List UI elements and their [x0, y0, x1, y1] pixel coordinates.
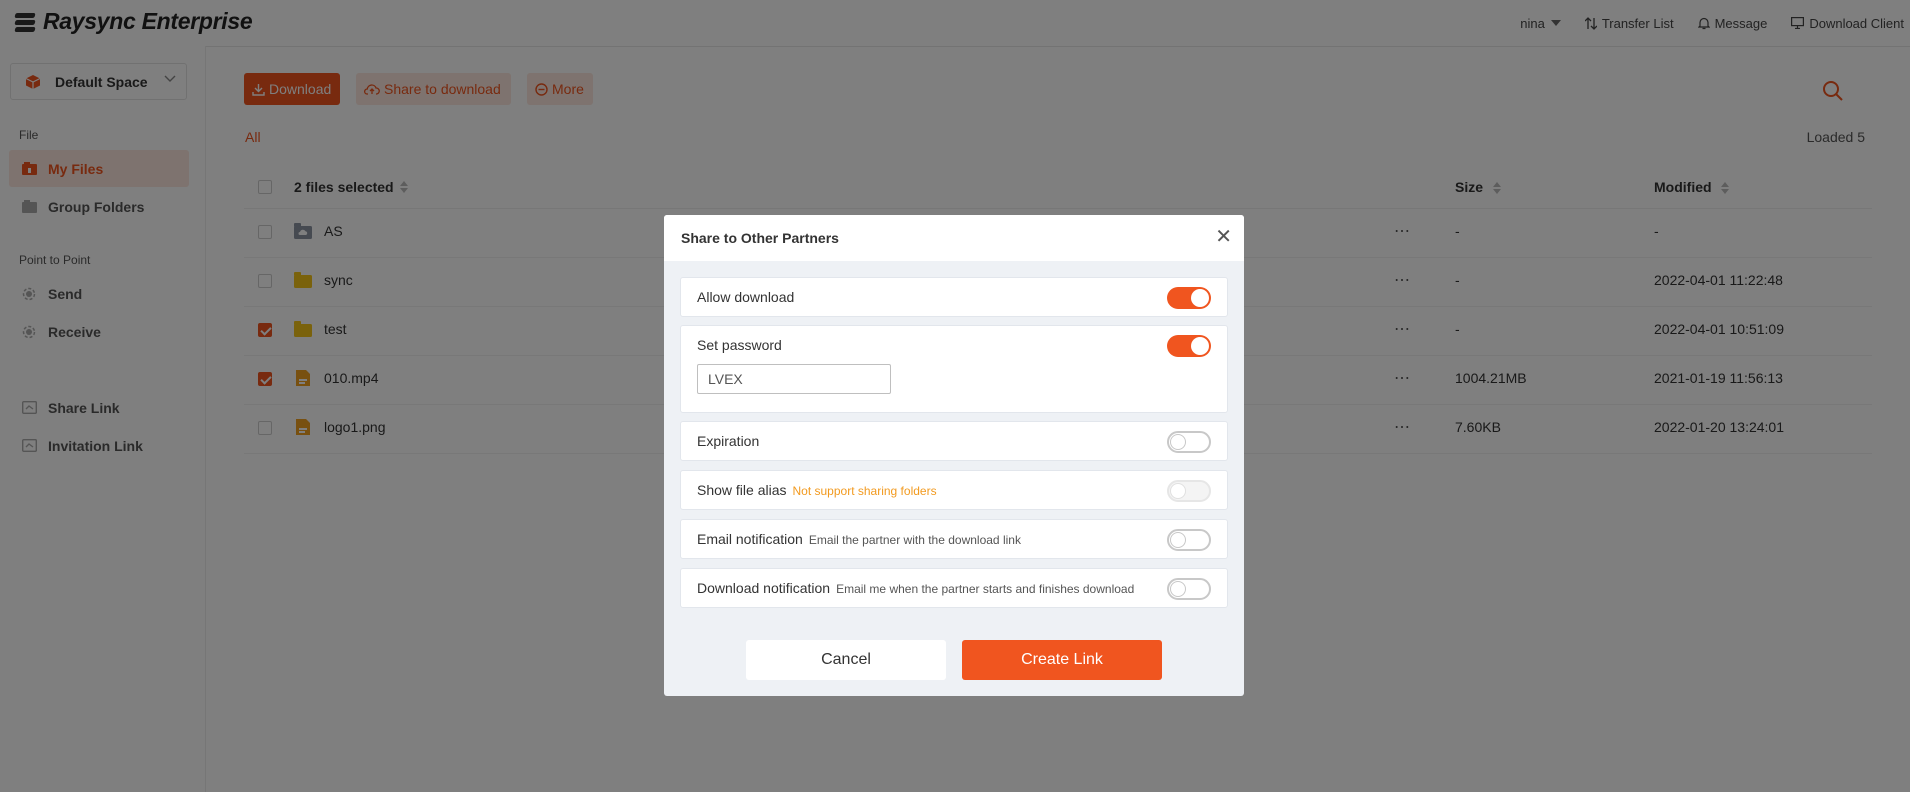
download-notification-toggle[interactable] — [1167, 578, 1211, 600]
dialog-title: Share to Other Partners — [681, 230, 839, 246]
show-file-alias-text: Show file alias Not support sharing folde… — [697, 482, 937, 498]
allow-download-toggle[interactable] — [1167, 287, 1211, 309]
create-link-button[interactable]: Create Link — [962, 640, 1162, 680]
email-notification-label: Email notification — [697, 531, 803, 547]
set-password-toggle[interactable] — [1167, 335, 1211, 357]
download-notification-label: Download notification — [697, 580, 831, 596]
option-show-file-alias: Show file alias Not support sharing folde… — [680, 470, 1228, 510]
email-notification-toggle[interactable] — [1167, 529, 1211, 551]
option-allow-download: Allow download — [680, 277, 1228, 317]
dialog-header: Share to Other Partners ✕ — [664, 215, 1244, 261]
expiration-label: Expiration — [697, 433, 760, 449]
share-dialog: Share to Other Partners ✕ Allow download… — [664, 215, 1244, 696]
show-file-alias-label: Show file alias — [697, 482, 787, 498]
password-input[interactable] — [697, 364, 891, 394]
expiration-toggle[interactable] — [1167, 431, 1211, 453]
set-password-label: Set password — [697, 337, 782, 353]
download-notification-hint: Email me when the partner starts and fin… — [836, 582, 1135, 596]
option-download-notification: Download notification Email me when the p… — [680, 568, 1228, 608]
download-notification-text: Download notification Email me when the p… — [697, 580, 1134, 596]
email-notification-text: Email notification Email the partner with… — [697, 531, 1021, 547]
cancel-button[interactable]: Cancel — [746, 640, 946, 680]
option-set-password: Set password — [680, 325, 1228, 413]
show-file-alias-hint: Not support sharing folders — [792, 484, 937, 498]
option-email-notification: Email notification Email the partner with… — [680, 519, 1228, 559]
email-notification-hint: Email the partner with the download link — [808, 533, 1021, 547]
allow-download-label: Allow download — [697, 289, 795, 305]
show-file-alias-toggle — [1167, 480, 1211, 502]
option-expiration: Expiration — [680, 421, 1228, 461]
close-icon[interactable]: ✕ — [1215, 227, 1232, 247]
